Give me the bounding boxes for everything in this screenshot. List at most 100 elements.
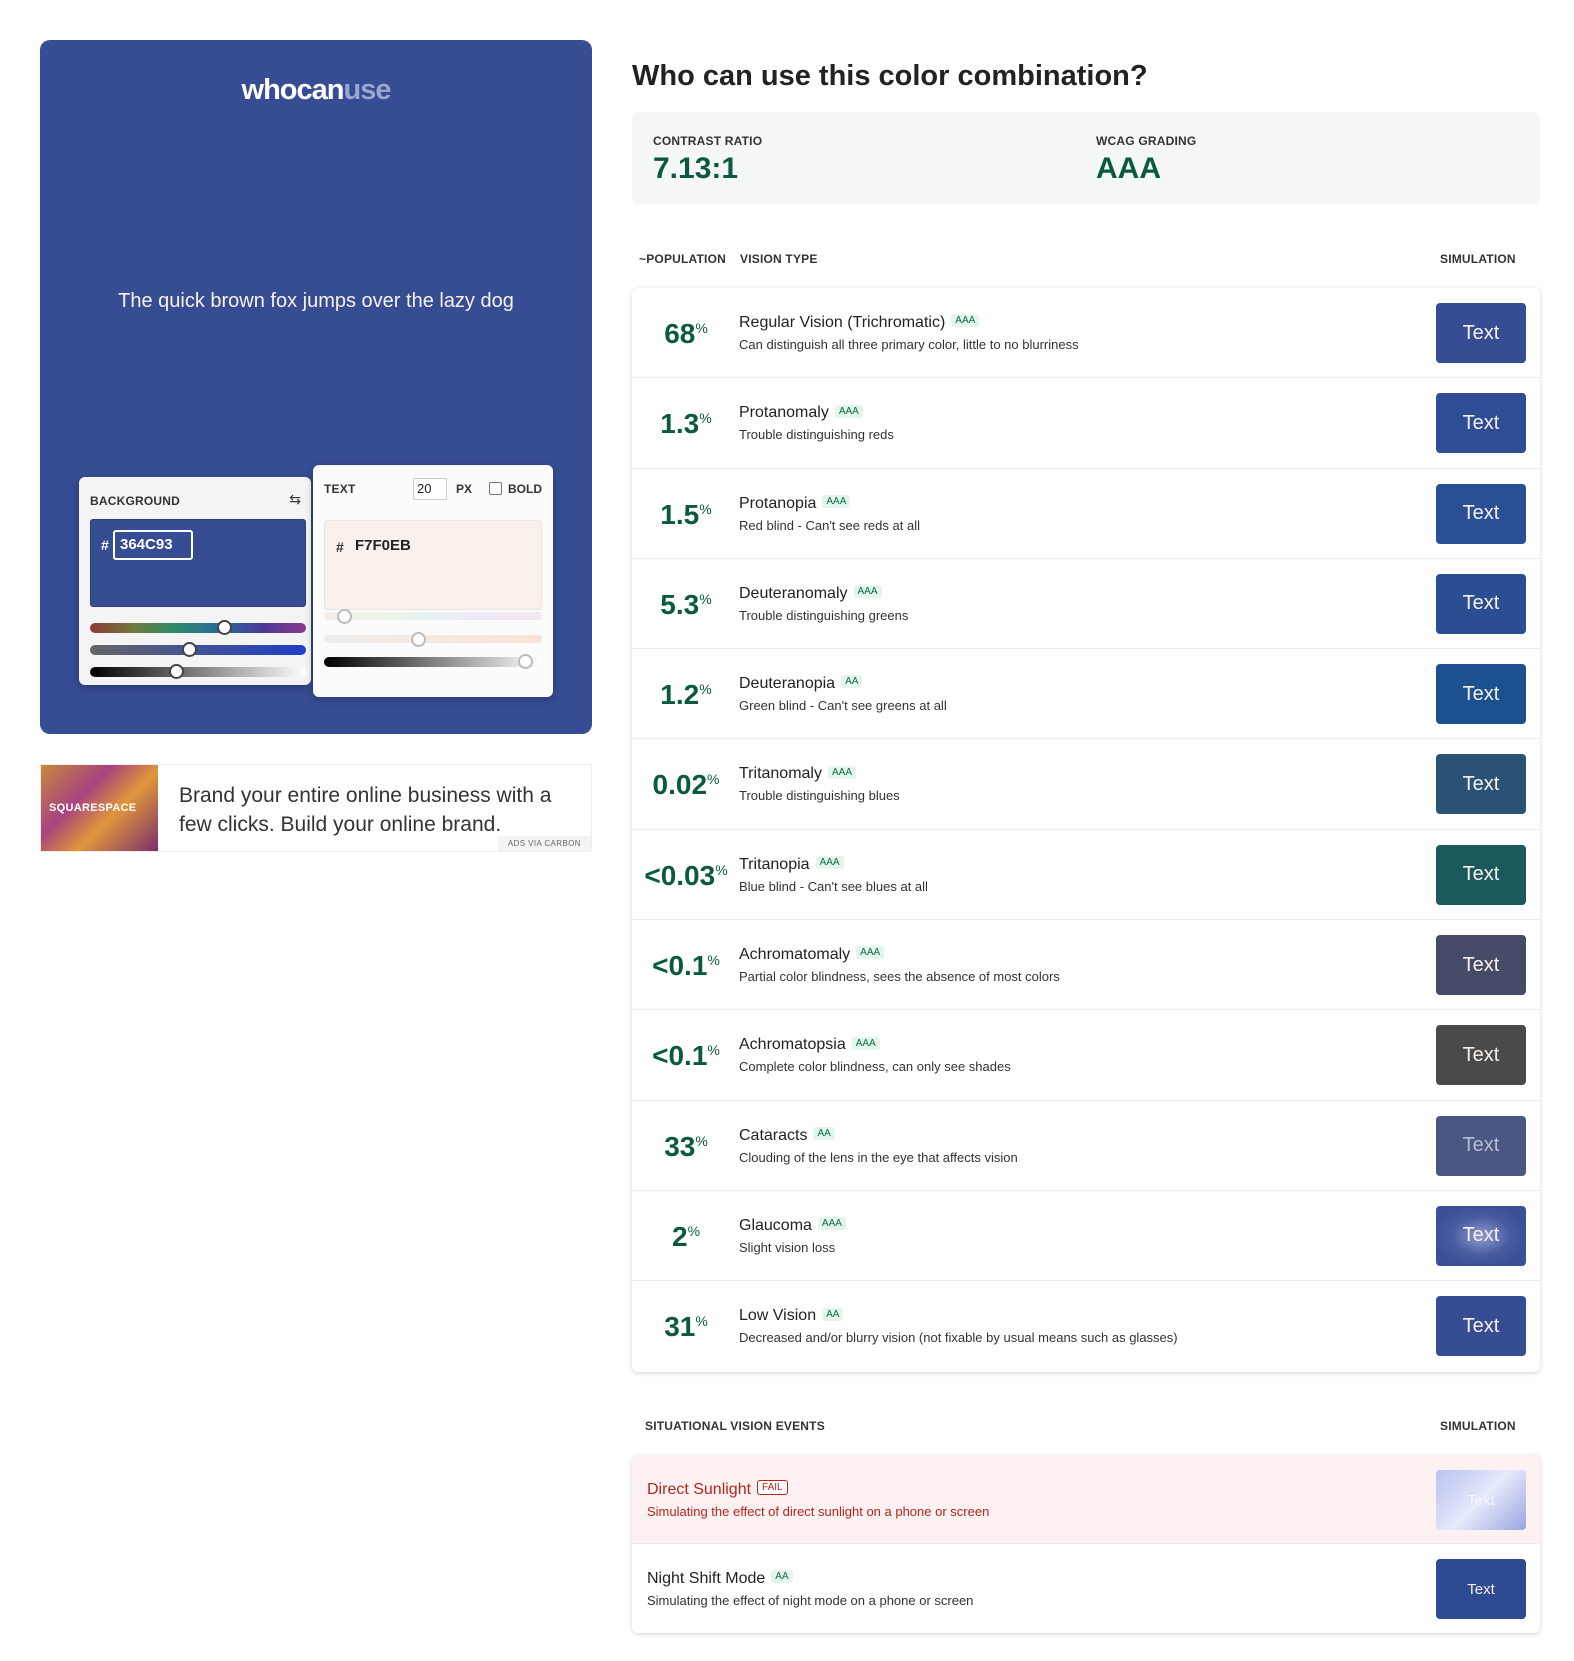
logo[interactable]: whocanuse <box>40 74 592 107</box>
population-percent: 68% <box>664 318 708 349</box>
situational-header: SITUATIONAL VISION EVENTS <box>645 1419 825 1433</box>
lightness-slider-knob[interactable] <box>517 654 533 669</box>
population-percent: 1.3% <box>660 408 712 440</box>
vision-type-description: Partial color blindness, sees the absenc… <box>739 969 1060 985</box>
text-label: TEXT <box>324 482 356 496</box>
situation-name: Direct Sunlight FAIL <box>647 1480 788 1499</box>
vision-type-description: Can distinguish all three primary color,… <box>739 337 1079 352</box>
vision-type-description: Red blind - Can't see reds at all <box>739 517 920 533</box>
lightness-slider[interactable] <box>90 664 306 679</box>
simulation-preview: Text <box>1436 483 1526 544</box>
preview-panel: whocanuse The quick brown fox jumps over… <box>40 40 592 734</box>
grade-badge: AA <box>822 1307 844 1321</box>
lightness-slider[interactable] <box>324 654 542 669</box>
simulation-preview: Text <box>1436 1559 1526 1619</box>
table-row: 33% Cataracts AA Clouding of the lens in th… <box>632 1101 1540 1191</box>
hash-label: # <box>336 539 344 555</box>
situation-description: Simulating the effect of direct sunlight… <box>647 1504 990 1519</box>
situation-name: Night Shift Mode AA <box>647 1570 793 1588</box>
vision-type-description: Slight vision loss <box>739 1239 836 1255</box>
table-row: 0.02% Tritanomaly AAA Trouble distinguishin… <box>632 739 1540 830</box>
population-percent: 5.3% <box>660 588 712 620</box>
saturation-slider[interactable] <box>324 632 542 647</box>
table-row: 5.3% Deuteranomaly AAA Trouble distinguishi… <box>632 559 1540 650</box>
table-row: 1.3% Protanomaly AAA Trouble distinguishing… <box>632 378 1540 469</box>
ad-text[interactable]: Brand your entire online business with a… <box>179 781 569 839</box>
px-label: PX <box>456 482 473 496</box>
population-percent: 1.5% <box>660 498 712 530</box>
bold-checkbox[interactable] <box>489 482 502 495</box>
population-percent: 2% <box>671 1220 701 1252</box>
grade-badge: AAA <box>853 585 882 599</box>
saturation-slider[interactable] <box>90 642 306 657</box>
saturation-slider-knob[interactable] <box>182 642 198 657</box>
vision-type-description: Clouding of the lens in the eye that aff… <box>739 1149 1018 1165</box>
hue-slider[interactable] <box>324 609 542 624</box>
swap-icon[interactable]: ⇆ <box>289 491 301 508</box>
background-label: BACKGROUND <box>90 494 180 508</box>
vision-type-name: Tritanopia AAA <box>739 856 844 874</box>
situational-simulation-header: SIMULATION <box>1440 1419 1516 1433</box>
simulation-preview: Text <box>1436 573 1526 634</box>
simulation-preview: Text <box>1436 1296 1526 1357</box>
grade-badge: AA <box>813 1126 835 1140</box>
ad-image[interactable]: SQUARESPACE <box>41 765 158 851</box>
hue-slider-knob[interactable] <box>336 609 352 624</box>
simulation-header: SIMULATION <box>1440 252 1516 266</box>
hue-slider[interactable] <box>90 620 306 635</box>
population-percent: <0.03% <box>644 859 728 891</box>
situational-row: Night Shift Mode AA Simulating the effect … <box>632 1544 1540 1633</box>
simulation-preview: Text <box>1436 1470 1526 1530</box>
bold-label: BOLD <box>508 482 542 496</box>
simulation-preview: Text <box>1436 393 1526 454</box>
summary-panel: CONTRAST RATIO 7.13:1 WCAG GRADING AAA <box>632 112 1540 204</box>
simulation-preview: Text <box>1436 1025 1526 1086</box>
grade-badge: AAA <box>834 404 863 418</box>
vision-type-name: Glaucoma AAA <box>739 1217 846 1235</box>
vision-type-name: Achromatopsia AAA <box>739 1036 880 1054</box>
squarespace-logo: SQUARESPACE <box>49 802 137 814</box>
background-hex-input[interactable]: 364C93 <box>113 530 193 560</box>
page-title: Who can use this color combination? <box>632 60 1148 92</box>
font-size-input[interactable]: 20 <box>413 478 447 500</box>
vision-type-description: Decreased and/or blurry vision (not fixa… <box>739 1330 1178 1346</box>
vision-type-description: Trouble distinguishing reds <box>739 427 894 443</box>
vision-type-description: Complete color blindness, can only see s… <box>739 1059 1011 1075</box>
lightness-slider-knob[interactable] <box>169 664 185 679</box>
vision-type-name: Cataracts AA <box>739 1127 835 1145</box>
hash-label: # <box>101 537 109 553</box>
vision-type-list: 68% Regular Vision (Trichromatic) AAA Can d… <box>632 288 1540 1372</box>
sample-text: The quick brown fox jumps over the lazy … <box>118 290 514 312</box>
vision-type-name: Regular Vision (Trichromatic) AAA <box>739 314 980 332</box>
carbon-ad[interactable]: SQUARESPACE Brand your entire online bus… <box>40 764 592 852</box>
vision-type-description: Trouble distinguishing blues <box>739 788 900 804</box>
simulation-preview: Text <box>1436 1205 1526 1266</box>
simulation-preview: Text <box>1436 664 1526 725</box>
table-row: <0.03% Tritanopia AAA Blue blind - Can't se… <box>632 830 1540 921</box>
grade-badge: AAA <box>827 765 856 779</box>
saturation-slider-knob[interactable] <box>410 632 426 647</box>
text-hex-input[interactable]: F7F0EB <box>350 533 425 561</box>
population-percent: 33% <box>664 1130 708 1162</box>
vision-type-name: Deuteranomaly AAA <box>739 585 882 603</box>
population-percent: 31% <box>664 1311 708 1343</box>
text-swatch[interactable]: # F7F0EB <box>324 520 542 610</box>
simulation-preview: Text <box>1436 754 1526 815</box>
grade-badge: AAA <box>851 1036 880 1050</box>
vision-type-description: Blue blind - Can't see blues at all <box>739 878 928 894</box>
grade-badge: AA <box>841 675 863 689</box>
table-row: 31% Low Vision AA Decreased and/or blurry v… <box>632 1281 1540 1371</box>
vision-type-name: Tritanomaly AAA <box>739 765 856 783</box>
situational-list: Direct Sunlight FAIL Simulating the effect… <box>632 1455 1540 1633</box>
simulation-preview: Text <box>1436 1115 1526 1176</box>
ads-via-carbon-link[interactable]: ADS VIA CARBON <box>497 836 591 851</box>
background-swatch[interactable]: # 364C93 <box>90 519 306 607</box>
table-row: 1.5% Protanopia AAA Red blind - Can't see r… <box>632 469 1540 559</box>
vision-type-header: VISION TYPE <box>740 252 818 266</box>
simulation-preview: Text <box>1436 844 1526 905</box>
hue-slider-knob[interactable] <box>216 620 232 635</box>
contrast-ratio-value: 7.13:1 <box>653 152 739 185</box>
vision-type-name: Achromatomaly AAA <box>739 946 885 964</box>
vision-type-name: Protanomaly AAA <box>739 404 863 422</box>
wcag-grading-label: WCAG GRADING <box>1096 134 1197 148</box>
